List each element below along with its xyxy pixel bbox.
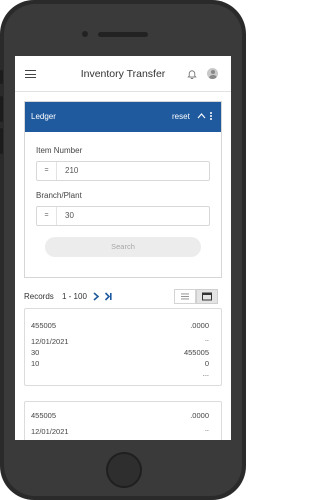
- ledger-panel: Ledger reset Item Number = Branch/Plant …: [24, 101, 222, 278]
- card-item-number: 455005: [31, 411, 57, 420]
- branch-plant-input[interactable]: [65, 207, 205, 225]
- home-button[interactable]: [106, 452, 142, 488]
- item-number-field: =: [36, 161, 210, 181]
- records-label: Records: [24, 292, 54, 301]
- item-number-operator[interactable]: =: [37, 162, 57, 180]
- card-branch: 30: [31, 348, 40, 357]
- records-range: 1 - 100: [62, 292, 87, 301]
- record-card[interactable]: 455005 12/01/2021 .0000 ..: [24, 401, 222, 440]
- card-value-2: ..: [204, 334, 209, 343]
- card-value-2: ..: [204, 424, 209, 433]
- earpiece: [98, 32, 148, 37]
- card-date: 12/01/2021: [31, 427, 69, 436]
- user-avatar-icon[interactable]: [207, 68, 218, 79]
- card-view-button[interactable]: [196, 289, 218, 304]
- card-item-number: 455005: [31, 321, 57, 330]
- phone-side-button: [0, 70, 3, 84]
- phone-volume-down: [0, 128, 3, 154]
- next-page-icon[interactable]: [92, 292, 100, 301]
- records-toolbar: Records 1 - 100: [24, 289, 222, 305]
- card-value-4: 0: [204, 359, 209, 368]
- record-card[interactable]: 455005 12/01/2021 30 10 .0000 .. 455005 …: [24, 308, 222, 386]
- card-quantity: 10: [31, 359, 40, 368]
- search-button[interactable]: Search: [45, 237, 201, 257]
- item-number-input[interactable]: [65, 162, 205, 180]
- card-view-icon: [202, 292, 212, 301]
- kebab-menu-icon[interactable]: [210, 112, 213, 121]
- bell-icon[interactable]: [187, 69, 197, 79]
- phone-volume-up: [0, 96, 3, 122]
- camera-icon: [82, 31, 88, 37]
- last-page-icon[interactable]: [104, 292, 113, 301]
- reset-link[interactable]: reset: [172, 112, 190, 121]
- app-bar: Inventory Transfer: [15, 56, 231, 92]
- branch-plant-field: =: [36, 206, 210, 226]
- branch-plant-operator[interactable]: =: [37, 207, 57, 225]
- item-number-label: Item Number: [36, 146, 83, 155]
- chevron-up-icon[interactable]: [197, 112, 206, 120]
- list-view-icon: [181, 293, 189, 300]
- branch-plant-label: Branch/Plant: [36, 191, 82, 200]
- page-title: Inventory Transfer: [80, 68, 166, 80]
- card-amount: .0000: [190, 411, 209, 420]
- panel-title: Ledger: [31, 112, 56, 121]
- list-view-button[interactable]: [174, 289, 196, 304]
- card-date: 12/01/2021: [31, 337, 69, 346]
- card-amount: .0000: [190, 321, 209, 330]
- card-value-5: ...: [202, 369, 209, 378]
- app-screen: Inventory Transfer Ledger reset Item Num…: [15, 56, 231, 440]
- panel-header: Ledger reset: [25, 102, 221, 132]
- phone-frame: Inventory Transfer Ledger reset Item Num…: [0, 0, 246, 500]
- card-doc-number: 455005: [183, 348, 209, 357]
